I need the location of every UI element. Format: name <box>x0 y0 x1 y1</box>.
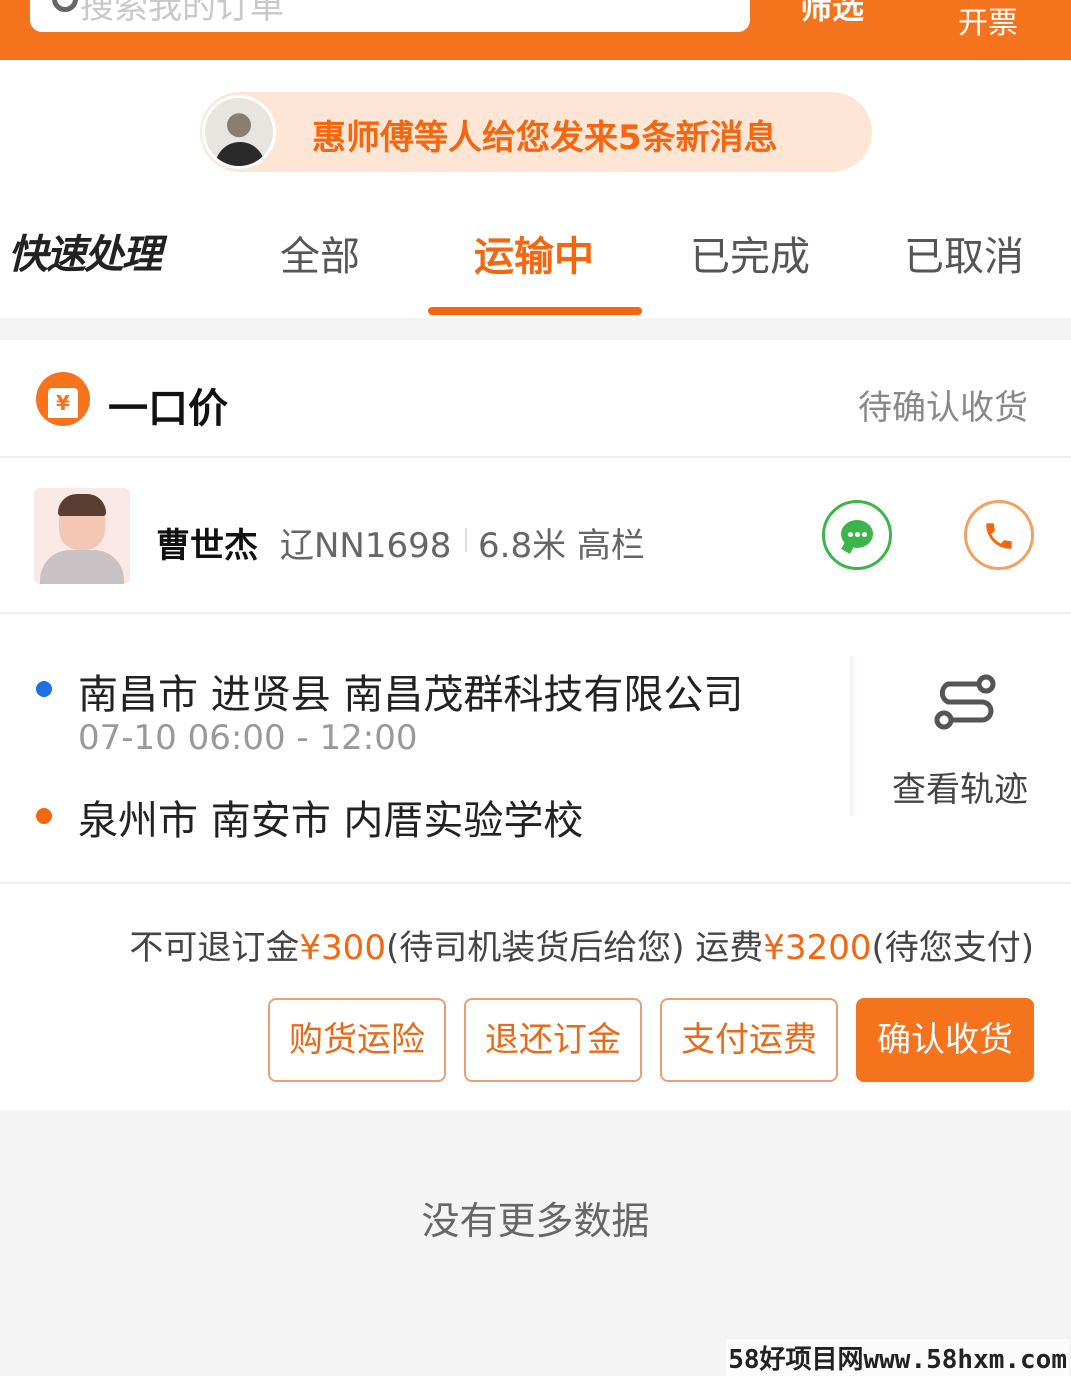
invoice-button[interactable]: 开票 <box>958 0 1018 42</box>
freight-amount: ¥3200 <box>763 928 872 968</box>
driver-info-separator <box>465 528 467 552</box>
section-divider <box>0 318 1071 340</box>
tab-quick-process[interactable]: 快速处理 <box>8 222 162 280</box>
chat-dots <box>847 532 867 537</box>
search-icon <box>52 0 78 12</box>
route-track-icon[interactable] <box>930 672 1000 732</box>
chat-icon <box>841 520 873 548</box>
list-footer: 没有更多数据 58好项目网www.58hxm.com <box>0 1110 1071 1376</box>
phone-button[interactable] <box>964 500 1034 570</box>
no-more-data-text: 没有更多数据 <box>421 1199 650 1243</box>
tab-cancelled[interactable]: 已取消 <box>904 224 1024 282</box>
destination-address: 泉州市 南安市 内厝实验学校 <box>78 798 584 844</box>
active-tab-indicator <box>428 307 642 315</box>
view-track-button[interactable]: 查看轨迹 <box>892 762 1028 811</box>
top-bar: 搜索我的订单 筛选 开票 <box>0 0 1071 60</box>
pay-freight-button[interactable]: 支付运费 <box>660 998 838 1082</box>
phone-icon <box>986 523 1012 549</box>
driver-plate: 辽NN1698 <box>280 526 452 566</box>
driver-info-row: 曹世杰 辽NN1698 6.8米 高栏 <box>0 460 1071 614</box>
origin-dot <box>36 681 52 697</box>
order-type-title: 一口价 <box>108 386 228 432</box>
truck-spec: 6.8米 高栏 <box>478 526 645 566</box>
order-card-header: ¥ 一口价 待确认收货 <box>0 340 1071 458</box>
order-status: 待确认收货 <box>858 388 1028 428</box>
freight-note: (待您支付) <box>871 928 1034 968</box>
pickup-time: 07-10 06:00 - 12:00 <box>78 718 418 758</box>
driver-name: 曹世杰 <box>156 526 258 566</box>
avatar-hair <box>58 494 106 516</box>
search-input[interactable]: 搜索我的订单 <box>30 0 750 32</box>
driver-avatar <box>34 488 130 584</box>
route-section: 南昌市 进贤县 南昌茂群科技有限公司 07-10 06:00 - 12:00 泉… <box>0 616 1071 884</box>
origin-address: 南昌市 进贤县 南昌茂群科技有限公司 <box>78 672 744 718</box>
confirm-receipt-button[interactable]: 确认收货 <box>856 998 1034 1082</box>
route-divider <box>850 656 858 816</box>
destination-dot <box>36 808 52 824</box>
new-message-notice[interactable]: 惠师傅等人给您发来5条新消息 <box>200 92 872 172</box>
chat-button[interactable] <box>822 500 892 570</box>
tab-all[interactable]: 全部 <box>280 224 360 282</box>
fee-summary: 不可退订金¥300(待司机装货后给您) 运费¥3200(待您支付) <box>0 920 1034 969</box>
refund-deposit-button[interactable]: 退还订金 <box>464 998 642 1082</box>
notice-text: 惠师傅等人给您发来5条新消息 <box>312 118 778 158</box>
order-actions: 购货运险 退还订金 支付运费 确认收货 <box>0 998 1071 1082</box>
deposit-note: (待司机装货后给您) 运费 <box>385 928 764 968</box>
price-tag-icon: ¥ <box>36 372 90 426</box>
deposit-amount: ¥300 <box>299 928 386 968</box>
deposit-prefix: 不可退订金 <box>129 928 300 968</box>
watermark: 58好项目网www.58hxm.com <box>726 1339 1069 1376</box>
tab-completed[interactable]: 已完成 <box>690 224 810 282</box>
search-placeholder: 搜索我的订单 <box>80 0 284 27</box>
buy-insurance-button[interactable]: 购货运险 <box>268 998 446 1082</box>
price-tag-glyph: ¥ <box>48 388 78 418</box>
tab-in-transit[interactable]: 运输中 <box>474 224 594 282</box>
filter-button[interactable]: 筛选 <box>800 0 864 28</box>
sender-avatar <box>202 95 276 169</box>
avatar-body <box>40 550 124 584</box>
order-tabs: 快速处理 全部 运输中 已完成 已取消 <box>0 200 1071 320</box>
